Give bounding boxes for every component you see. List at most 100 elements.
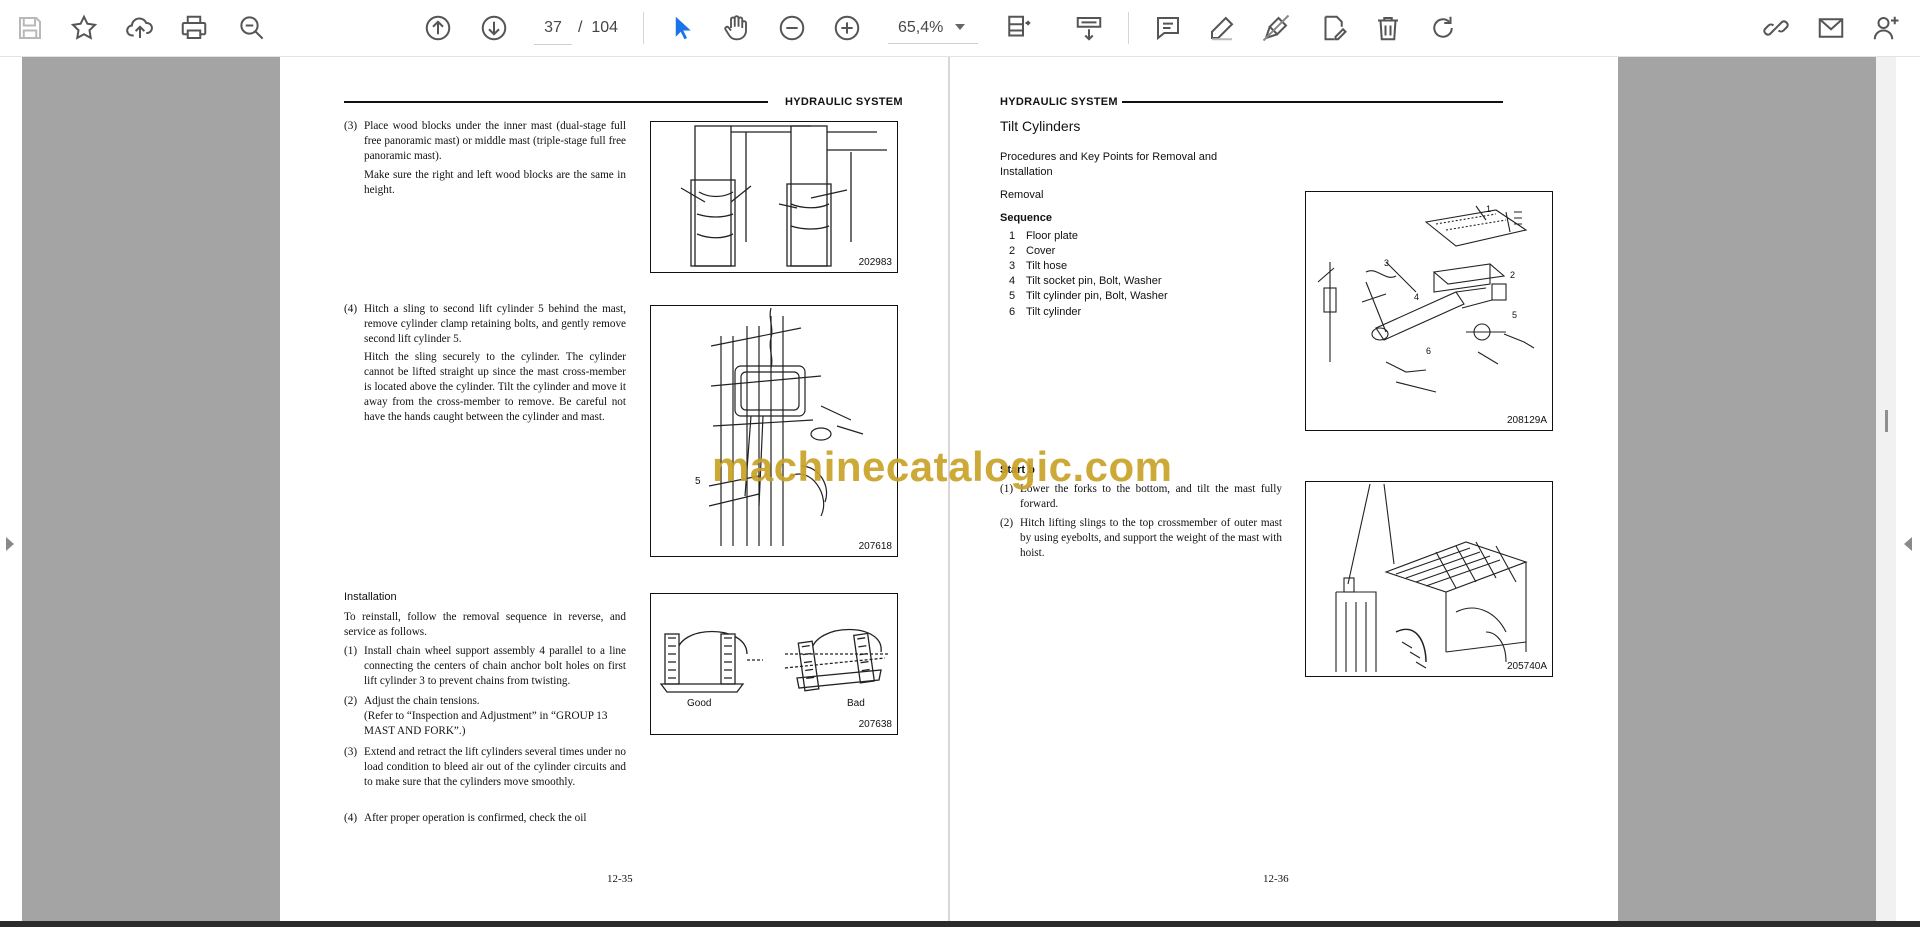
svg-text:4: 4 xyxy=(1414,292,1419,302)
svg-text:6: 6 xyxy=(1426,346,1431,356)
sequence-number: 2 xyxy=(1009,245,1016,257)
comment-icon[interactable] xyxy=(1150,10,1186,46)
removal-heading: Removal xyxy=(1000,189,1044,201)
svg-text:1: 1 xyxy=(1486,204,1491,214)
vertical-scrollbar[interactable] xyxy=(1876,57,1896,921)
svg-text:2: 2 xyxy=(1510,270,1515,280)
edit-document-icon[interactable] xyxy=(1315,10,1351,46)
left-panel-toggle-icon[interactable] xyxy=(6,537,14,551)
step-number: (3) xyxy=(344,120,358,132)
add-user-icon[interactable] xyxy=(1868,10,1904,46)
sequence-heading: Sequence xyxy=(1000,212,1052,224)
figure-drawing: 5 xyxy=(695,307,864,546)
page-header: HYDRAULIC SYSTEM xyxy=(785,96,903,108)
figure-drawing xyxy=(1335,483,1528,672)
toolbar-divider xyxy=(1128,12,1129,44)
step-number: (2) xyxy=(1000,517,1014,529)
header-rule xyxy=(1122,101,1503,103)
link-edit-icon[interactable] xyxy=(1758,10,1794,46)
step-text: Install chain wheel support assembly 4 p… xyxy=(364,645,626,687)
step-text: Hitch a sling to second lift cylinder 5 … xyxy=(364,303,626,345)
zoom-in-icon[interactable] xyxy=(829,10,865,46)
scrollbar-thumb[interactable] xyxy=(1885,410,1888,432)
viewer-background-left xyxy=(22,57,280,921)
step-number: (3) xyxy=(344,746,358,758)
page-header: HYDRAULIC SYSTEM xyxy=(1000,96,1118,108)
sequence-label: Tilt socket pin, Bolt, Washer xyxy=(1026,275,1162,287)
section-title: Tilt Cylinders xyxy=(1000,118,1081,134)
step-text: Adjust the chain tensions. xyxy=(364,695,480,707)
figure-code: 207638 xyxy=(858,719,892,730)
figure-code: 207618 xyxy=(858,541,892,552)
previous-page-icon[interactable] xyxy=(420,10,456,46)
scroll-mode-icon[interactable] xyxy=(1071,10,1107,46)
figure-code: 205740A xyxy=(1506,661,1547,672)
step-note: Make sure the right and left wood blocks… xyxy=(364,169,626,196)
sequence-label: Cover xyxy=(1026,245,1056,257)
zoom-out-icon[interactable] xyxy=(774,10,810,46)
sequence-number: 3 xyxy=(1009,260,1016,272)
installation-heading: Installation xyxy=(344,591,397,603)
figure-drawing: 1 2 3 4 5 6 xyxy=(1317,204,1535,393)
page-number: 12-36 xyxy=(1263,873,1289,885)
step-number: (4) xyxy=(344,812,358,824)
installation-intro: To reinstall, follow the removal sequenc… xyxy=(344,611,626,638)
page-total-count: 104 xyxy=(591,19,619,36)
chevron-down-icon[interactable] xyxy=(955,24,965,30)
page-separator: / xyxy=(578,19,583,36)
right-panel-toggle-icon[interactable] xyxy=(1904,537,1912,551)
zoom-search-icon[interactable] xyxy=(234,10,270,46)
upload-cloud-icon[interactable] xyxy=(122,10,158,46)
figure-code: 208129A xyxy=(1506,415,1547,426)
figure-chain-alignment: Good Bad 207638 xyxy=(650,593,898,735)
figure-wood-blocks: 202983 xyxy=(650,121,898,273)
sequence-label: Tilt cylinder xyxy=(1026,306,1082,318)
sequence-item: 3 Tilt hose xyxy=(1009,260,1067,272)
step-number: (4) xyxy=(344,303,358,315)
watermark-text: machinecatalogic.com xyxy=(712,443,1173,490)
bookmark-star-icon[interactable] xyxy=(66,10,102,46)
document-viewer[interactable]: HYDRAULIC SYSTEM (3) Place wood blocks u… xyxy=(0,57,1920,921)
section-subtitle: Procedures and Key Points for Removal an… xyxy=(1000,151,1218,178)
sequence-item: 2 Cover xyxy=(1009,245,1055,257)
draw-sign-icon[interactable] xyxy=(1258,10,1294,46)
print-icon[interactable] xyxy=(176,10,212,46)
email-envelope-icon[interactable] xyxy=(1813,10,1849,46)
figure-lift-cylinder: 5 207618 xyxy=(650,305,898,557)
toolbar-divider xyxy=(643,12,644,44)
page-fit-icon[interactable] xyxy=(1000,10,1036,46)
label-good: Good xyxy=(687,698,711,709)
page-number-input[interactable]: 37 xyxy=(534,12,572,45)
highlight-pen-icon[interactable] xyxy=(1204,10,1240,46)
next-page-icon[interactable] xyxy=(476,10,512,46)
toolbar: 37 / 104 65,4% xyxy=(0,0,1920,57)
select-cursor-icon[interactable] xyxy=(664,10,700,46)
step-reference: (Refer to “Inspection and Adjustment” in… xyxy=(364,710,608,737)
sequence-number: 1 xyxy=(1009,230,1016,242)
save-icon[interactable] xyxy=(12,10,48,46)
step-note: Hitch the sling securely to the cylinder… xyxy=(364,351,626,423)
figure-code: 202983 xyxy=(858,257,892,268)
rotate-redo-icon[interactable] xyxy=(1425,10,1461,46)
step-text: Place wood blocks under the inner mast (… xyxy=(364,120,626,162)
sequence-item: 4 Tilt socket pin, Bolt, Washer xyxy=(1009,275,1162,287)
hand-tool-icon[interactable] xyxy=(718,10,754,46)
sequence-item: 6 Tilt cylinder xyxy=(1009,306,1081,318)
bottom-bar xyxy=(0,921,1920,927)
sequence-number: 5 xyxy=(1009,290,1016,302)
figure-callout: 5 xyxy=(695,476,701,487)
page-total: / 104 xyxy=(578,12,618,44)
svg-text:3: 3 xyxy=(1384,258,1389,268)
figure-mast-hoist: 205740A xyxy=(1305,481,1553,677)
sequence-label: Tilt cylinder pin, Bolt, Washer xyxy=(1026,290,1168,302)
sequence-number: 4 xyxy=(1009,275,1016,287)
sequence-item: 5 Tilt cylinder pin, Bolt, Washer xyxy=(1009,290,1168,302)
step-number: (1) xyxy=(344,645,358,657)
sequence-label: Tilt hose xyxy=(1026,260,1068,272)
step-text: Extend and retract the lift cylinders se… xyxy=(364,746,626,788)
step-text: After proper operation is confirmed, che… xyxy=(364,812,587,824)
step-number: (2) xyxy=(344,695,358,707)
figure-tilt-cylinder-exploded: 1 2 3 4 5 6 208129A xyxy=(1305,191,1553,431)
sequence-label: Floor plate xyxy=(1026,230,1078,242)
delete-trash-icon[interactable] xyxy=(1370,10,1406,46)
